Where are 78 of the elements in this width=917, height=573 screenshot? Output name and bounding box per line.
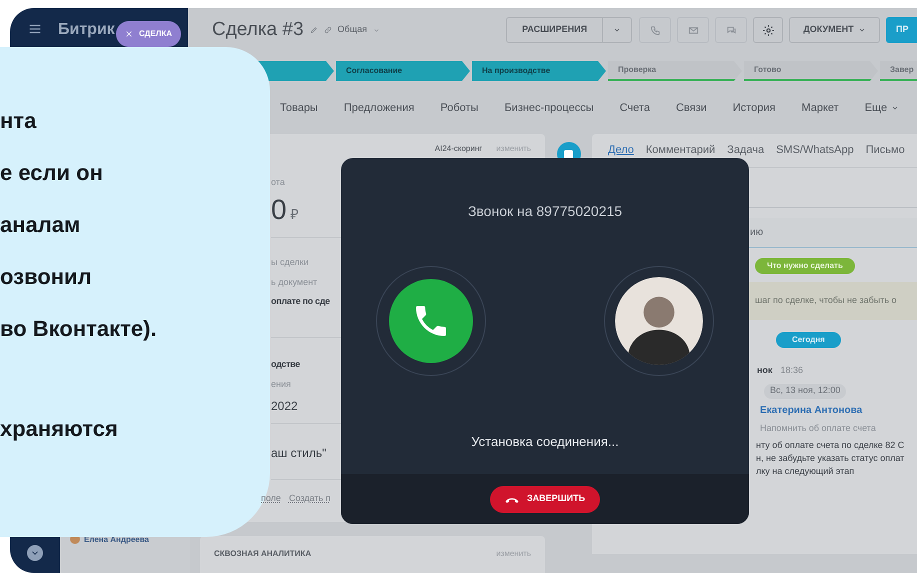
chat-button[interactable] bbox=[715, 17, 747, 43]
stage-step[interactable]: Проверка bbox=[608, 61, 742, 81]
menu-icon bbox=[28, 22, 42, 36]
caret-icon bbox=[373, 26, 380, 34]
bubble-text-line: храняются bbox=[0, 415, 119, 443]
deal-title: Сделка #3 bbox=[212, 18, 304, 42]
section-tab[interactable]: Предложения bbox=[344, 100, 414, 116]
primary-button[interactable]: ПР bbox=[886, 17, 917, 43]
field-text: ота bbox=[271, 176, 286, 189]
todo-badge: Что нужно сделать bbox=[755, 258, 855, 274]
activity-time: 18:36 bbox=[780, 364, 803, 377]
section-tab[interactable]: Счета bbox=[620, 100, 650, 116]
responsible-name[interactable]: Елена Андреева bbox=[84, 534, 149, 546]
logo-text: Битрик bbox=[58, 20, 115, 40]
close-icon bbox=[125, 30, 133, 38]
field-link[interactable]: Создать п bbox=[288, 492, 331, 506]
timeline-tab[interactable]: SMS/WhatsApp bbox=[776, 142, 854, 159]
activity-subject: Напомнить об оплате счета bbox=[760, 422, 877, 434]
chevron-down-icon bbox=[891, 104, 900, 112]
stage-step[interactable]: Завер bbox=[880, 61, 917, 81]
field-text: ь документ bbox=[271, 276, 318, 289]
mail-icon bbox=[688, 24, 698, 36]
field-text: одстве bbox=[271, 358, 302, 371]
section-tab[interactable]: Товары bbox=[280, 100, 318, 116]
category-dropdown[interactable]: Общая bbox=[338, 23, 367, 37]
pencil-icon bbox=[310, 26, 318, 34]
section-tab[interactable]: Бизнес-процессы bbox=[504, 100, 594, 116]
deal-badge-label: СДЕЛКА bbox=[139, 28, 172, 40]
call-status: Установка соединения... bbox=[470, 433, 620, 451]
deal-badge[interactable]: СДЕЛКА bbox=[116, 21, 181, 47]
timeline-tab[interactable]: Задача bbox=[727, 142, 764, 159]
chevron-button[interactable] bbox=[27, 545, 43, 561]
document-button[interactable]: ДОКУМЕНТ bbox=[789, 17, 880, 43]
section-tab[interactable]: Связи bbox=[676, 100, 707, 116]
activity-text: лку на следующий этап bbox=[756, 465, 856, 478]
bubble-text-line: е если он bbox=[0, 159, 104, 187]
settings-button[interactable] bbox=[753, 17, 783, 43]
scoring-label: AI24-скоринг bbox=[434, 143, 482, 155]
field-text: оплате по сде bbox=[271, 295, 331, 308]
link-icon bbox=[324, 26, 332, 34]
today-badge: Сегодня bbox=[776, 332, 841, 348]
hang-up-icon bbox=[504, 496, 519, 502]
bubble-text-line: аналам bbox=[0, 211, 82, 239]
bubble-text-line: озвонил bbox=[0, 263, 93, 291]
caret-icon bbox=[613, 26, 622, 34]
field-text: ы сделки bbox=[271, 256, 310, 269]
person-name[interactable]: Екатерина Антонова bbox=[760, 402, 917, 418]
analytics-title: СКВОЗНАЯ АНАЛИТИКА bbox=[214, 548, 312, 560]
chat-icon bbox=[726, 24, 736, 36]
phone-button[interactable] bbox=[639, 17, 671, 43]
stage-step[interactable]: Готово bbox=[744, 61, 878, 81]
timeline-tab[interactable]: Комментарий bbox=[646, 142, 716, 159]
field-link[interactable]: поле bbox=[261, 492, 281, 506]
date-badge: Вс, 13 ноя, 12:00 bbox=[764, 384, 846, 398]
stage-step[interactable]: На производстве bbox=[472, 61, 606, 81]
activity-text: н, не забудьте указать статус оплат bbox=[756, 452, 906, 465]
caret-icon bbox=[858, 26, 866, 34]
section-tab[interactable]: Маркет bbox=[801, 100, 839, 116]
stage-step[interactable]: Согласование bbox=[336, 61, 470, 81]
section-tab[interactable]: Роботы bbox=[440, 100, 478, 116]
call-title: Звонок на 89775020215 bbox=[466, 202, 624, 221]
phone-icon bbox=[650, 24, 660, 36]
settings-icon bbox=[762, 24, 774, 36]
bubble-text-line: нта bbox=[0, 107, 38, 135]
timeline-tab[interactable]: Письмо bbox=[866, 142, 905, 159]
activity-text: нту об оплате счета по сделке 82 С bbox=[756, 439, 906, 452]
bubble-text-line: во Вконтакте). bbox=[0, 315, 158, 343]
amount-value: 0 bbox=[271, 196, 287, 224]
section-tab[interactable]: Еще bbox=[864, 100, 888, 116]
currency-sign: ₽ bbox=[290, 204, 299, 224]
field-text: 2022 bbox=[271, 398, 299, 415]
mail-button[interactable] bbox=[677, 17, 709, 43]
square-icon bbox=[564, 150, 573, 158]
section-tab[interactable]: История bbox=[732, 100, 776, 116]
field-text: ения bbox=[271, 378, 292, 390]
timeline-tab[interactable]: Дело bbox=[608, 142, 634, 159]
activity-title: нок bbox=[757, 364, 772, 377]
end-call-button[interactable]: ЗАВЕРШИТЬ bbox=[490, 486, 600, 512]
